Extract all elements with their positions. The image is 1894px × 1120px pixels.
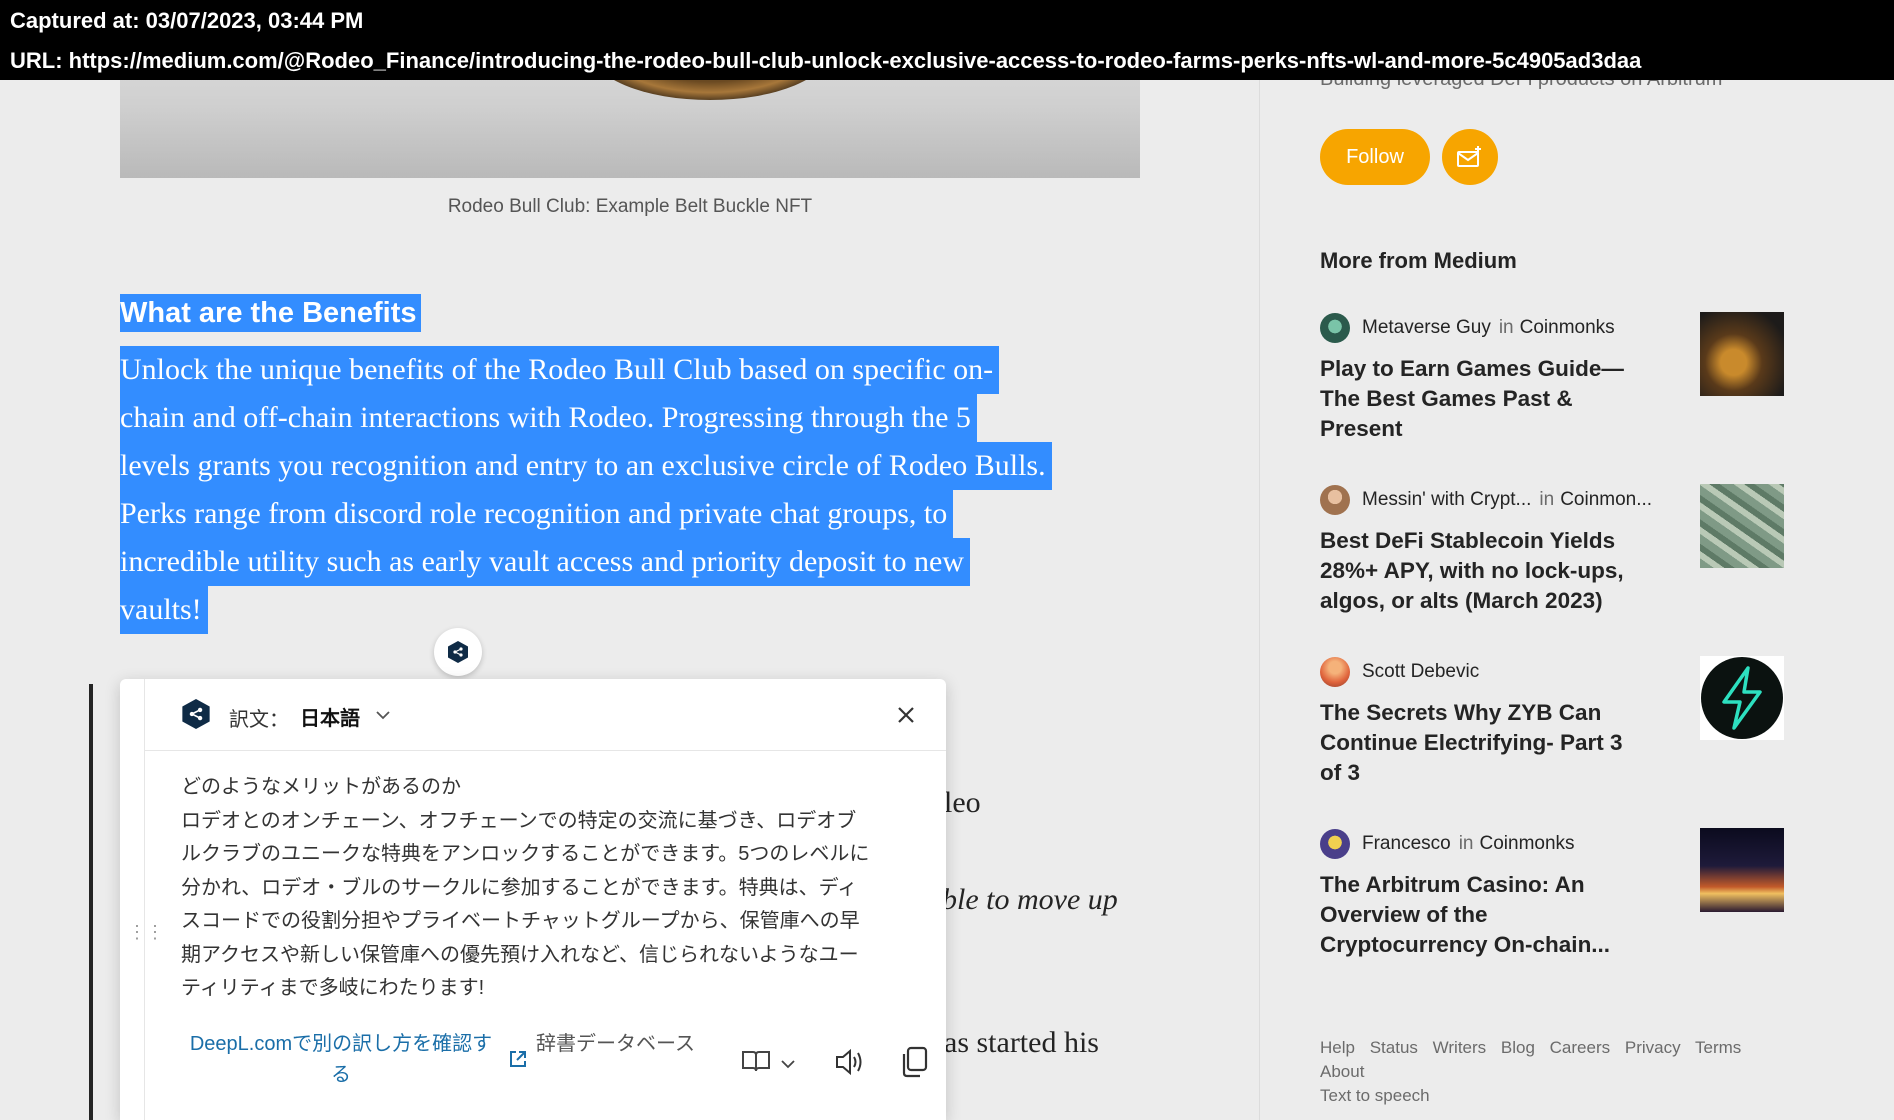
story-title[interactable]: The Arbitrum Casino: An Overview of the … [1320, 870, 1640, 960]
paragraph-line: levels grants you recognition and entry … [120, 442, 1052, 490]
target-language-select[interactable]: 日本語 [300, 702, 360, 731]
translation-line: 分かれ、ロデオ・ブルのサークルに参加することができます。特典は、ディ [181, 876, 858, 899]
right-sidebar: Building leveraged DeFi products on Arbi… [1259, 0, 1894, 1120]
story-card[interactable]: Francesco in Coinmonks The Arbitrum Casi… [1320, 828, 1790, 960]
close-icon [898, 707, 914, 723]
speaker-icon[interactable] [833, 1047, 865, 1082]
avatar[interactable] [1320, 313, 1350, 343]
avatar[interactable] [1320, 485, 1350, 515]
footer-link-writers[interactable]: Writers [1433, 1038, 1487, 1057]
story-author[interactable]: Messin' with Crypt... [1362, 489, 1531, 511]
more-from-medium-heading: More from Medium [1320, 248, 1517, 273]
paragraph-line: vaults! [120, 586, 208, 634]
in-label: in [1539, 489, 1555, 510]
obscured-text-fragment: leo [944, 786, 981, 819]
obscured-text-fragment: ble to move up [942, 883, 1118, 916]
capture-header: Captured at: 03/07/2023, 03:44 PM URL: h… [0, 0, 1894, 80]
story-author[interactable]: Metaverse Guy [1362, 317, 1491, 339]
story-publication[interactable]: Coinmonks [1480, 833, 1575, 855]
copy-icon[interactable] [898, 1045, 930, 1084]
footer-link-privacy[interactable]: Privacy [1625, 1038, 1681, 1057]
footer-links: Help Status Writers Blog Careers Privacy… [1320, 1036, 1780, 1108]
translation-line: ロデオとのオンチェーン、オフチェーンでの特定の交流に基づき、ロデオブ [181, 809, 857, 832]
story-card[interactable]: Messin' with Crypt... in Coinmon... Best… [1320, 484, 1790, 616]
paragraph-line: incredible utility such as early vault a… [120, 538, 970, 586]
target-language-label: 訳文： [229, 709, 289, 731]
panel-footer: DeepL.comで別の訳し方を確認する 辞書データベース [181, 1029, 928, 1091]
alternative-translations-link[interactable]: DeepL.comで別の訳し方を確認する [181, 1029, 501, 1091]
story-thumbnail[interactable] [1700, 656, 1784, 740]
story-author[interactable]: Francesco [1362, 833, 1451, 855]
translation-text: どのようなメリットがあるのか ロデオとのオンチェーン、オフチェーンでの特定の交流… [181, 771, 911, 1006]
translation-line: スコードでの役割分担やプライベートチャットグループから、保管庫への早 [181, 910, 860, 932]
mail-plus-icon [1457, 146, 1481, 167]
image-caption: Rodeo Bull Club: Example Belt Buckle NFT [447, 196, 813, 217]
footer-link-careers[interactable]: Careers [1550, 1038, 1610, 1057]
deepl-translate-trigger[interactable] [434, 628, 482, 676]
deepl-translation-panel: ⋮⋮ 訳文： 日本語 どのようなメリットがあるのか ロデオとのオンチェーン、オフ… [120, 679, 946, 1120]
footer-link-text-to-speech[interactable]: Text to speech [1320, 1086, 1430, 1105]
story-thumbnail[interactable] [1700, 312, 1784, 396]
story-author[interactable]: Scott Debevic [1362, 661, 1479, 683]
close-button[interactable] [892, 701, 920, 729]
deepl-logo-icon [448, 641, 468, 663]
story-publication[interactable]: Coinmon... [1560, 489, 1652, 511]
paragraph-line: Unlock the unique benefits of the Rodeo … [120, 346, 1000, 394]
translation-line: 期アクセスや新しい保管庫への優先預け入れなど、信じられないようなユー [181, 943, 859, 966]
blockquote-bar [89, 684, 93, 1120]
panel-header: 訳文： 日本語 [145, 679, 946, 751]
footer-link-terms[interactable]: Terms [1695, 1038, 1741, 1057]
footer-link-about[interactable]: About [1320, 1062, 1364, 1081]
follow-button[interactable]: Follow [1320, 129, 1430, 185]
obscured-text-fragment: as started his [944, 1026, 1099, 1059]
deepl-logo-icon [181, 697, 211, 736]
story-title[interactable]: Best DeFi Stablecoin Yields 28%+ APY, wi… [1320, 526, 1640, 616]
footer-link-blog[interactable]: Blog [1501, 1038, 1535, 1057]
paragraph-line: chain and off-chain interactions with Ro… [120, 394, 977, 442]
benefits-paragraph: Unlock the unique benefits of the Rodeo … [120, 346, 1150, 634]
story-thumbnail[interactable] [1700, 484, 1784, 568]
story-title[interactable]: The Secrets Why ZYB Can Continue Electri… [1320, 698, 1640, 788]
footer-link-status[interactable]: Status [1370, 1038, 1418, 1057]
dictionary-book-icon[interactable] [741, 1049, 771, 1078]
translation-line: ティリティまで多岐にわたります! [181, 977, 485, 999]
in-label: in [1458, 833, 1474, 854]
translation-line: ルクラブのユニークな特典をアンロックすることができます。5つのレベルに [181, 843, 870, 865]
capture-url: URL: https://medium.com/@Rodeo_Finance/i… [10, 48, 1642, 73]
translation-line: どのようなメリットがあるのか [181, 776, 461, 798]
avatar[interactable] [1320, 829, 1350, 859]
story-card[interactable]: Scott Debevic The Secrets Why ZYB Can Co… [1320, 656, 1790, 788]
story-title[interactable]: Play to Earn Games Guide— The Best Games… [1320, 354, 1640, 444]
dictionary-label: 辞書データベース [536, 1033, 695, 1055]
story-card[interactable]: Metaverse Guy in Coinmonks Play to Earn … [1320, 312, 1790, 444]
paragraph-line: Perks range from discord role recognitio… [120, 490, 954, 538]
avatar[interactable] [1320, 657, 1350, 687]
chevron-down-icon[interactable] [781, 1056, 795, 1074]
lightning-bolt-icon [1701, 657, 1783, 739]
section-heading: What are the Benefits [120, 294, 421, 332]
subscribe-email-button[interactable] [1442, 129, 1498, 185]
story-thumbnail[interactable] [1700, 828, 1784, 912]
capture-timestamp: Captured at: 03/07/2023, 03:44 PM [10, 8, 364, 33]
footer-link-help[interactable]: Help [1320, 1038, 1355, 1057]
chevron-down-icon[interactable] [376, 707, 390, 725]
external-link-icon[interactable] [508, 1049, 528, 1074]
in-label: in [1498, 317, 1514, 338]
story-publication[interactable]: Coinmonks [1520, 317, 1615, 339]
